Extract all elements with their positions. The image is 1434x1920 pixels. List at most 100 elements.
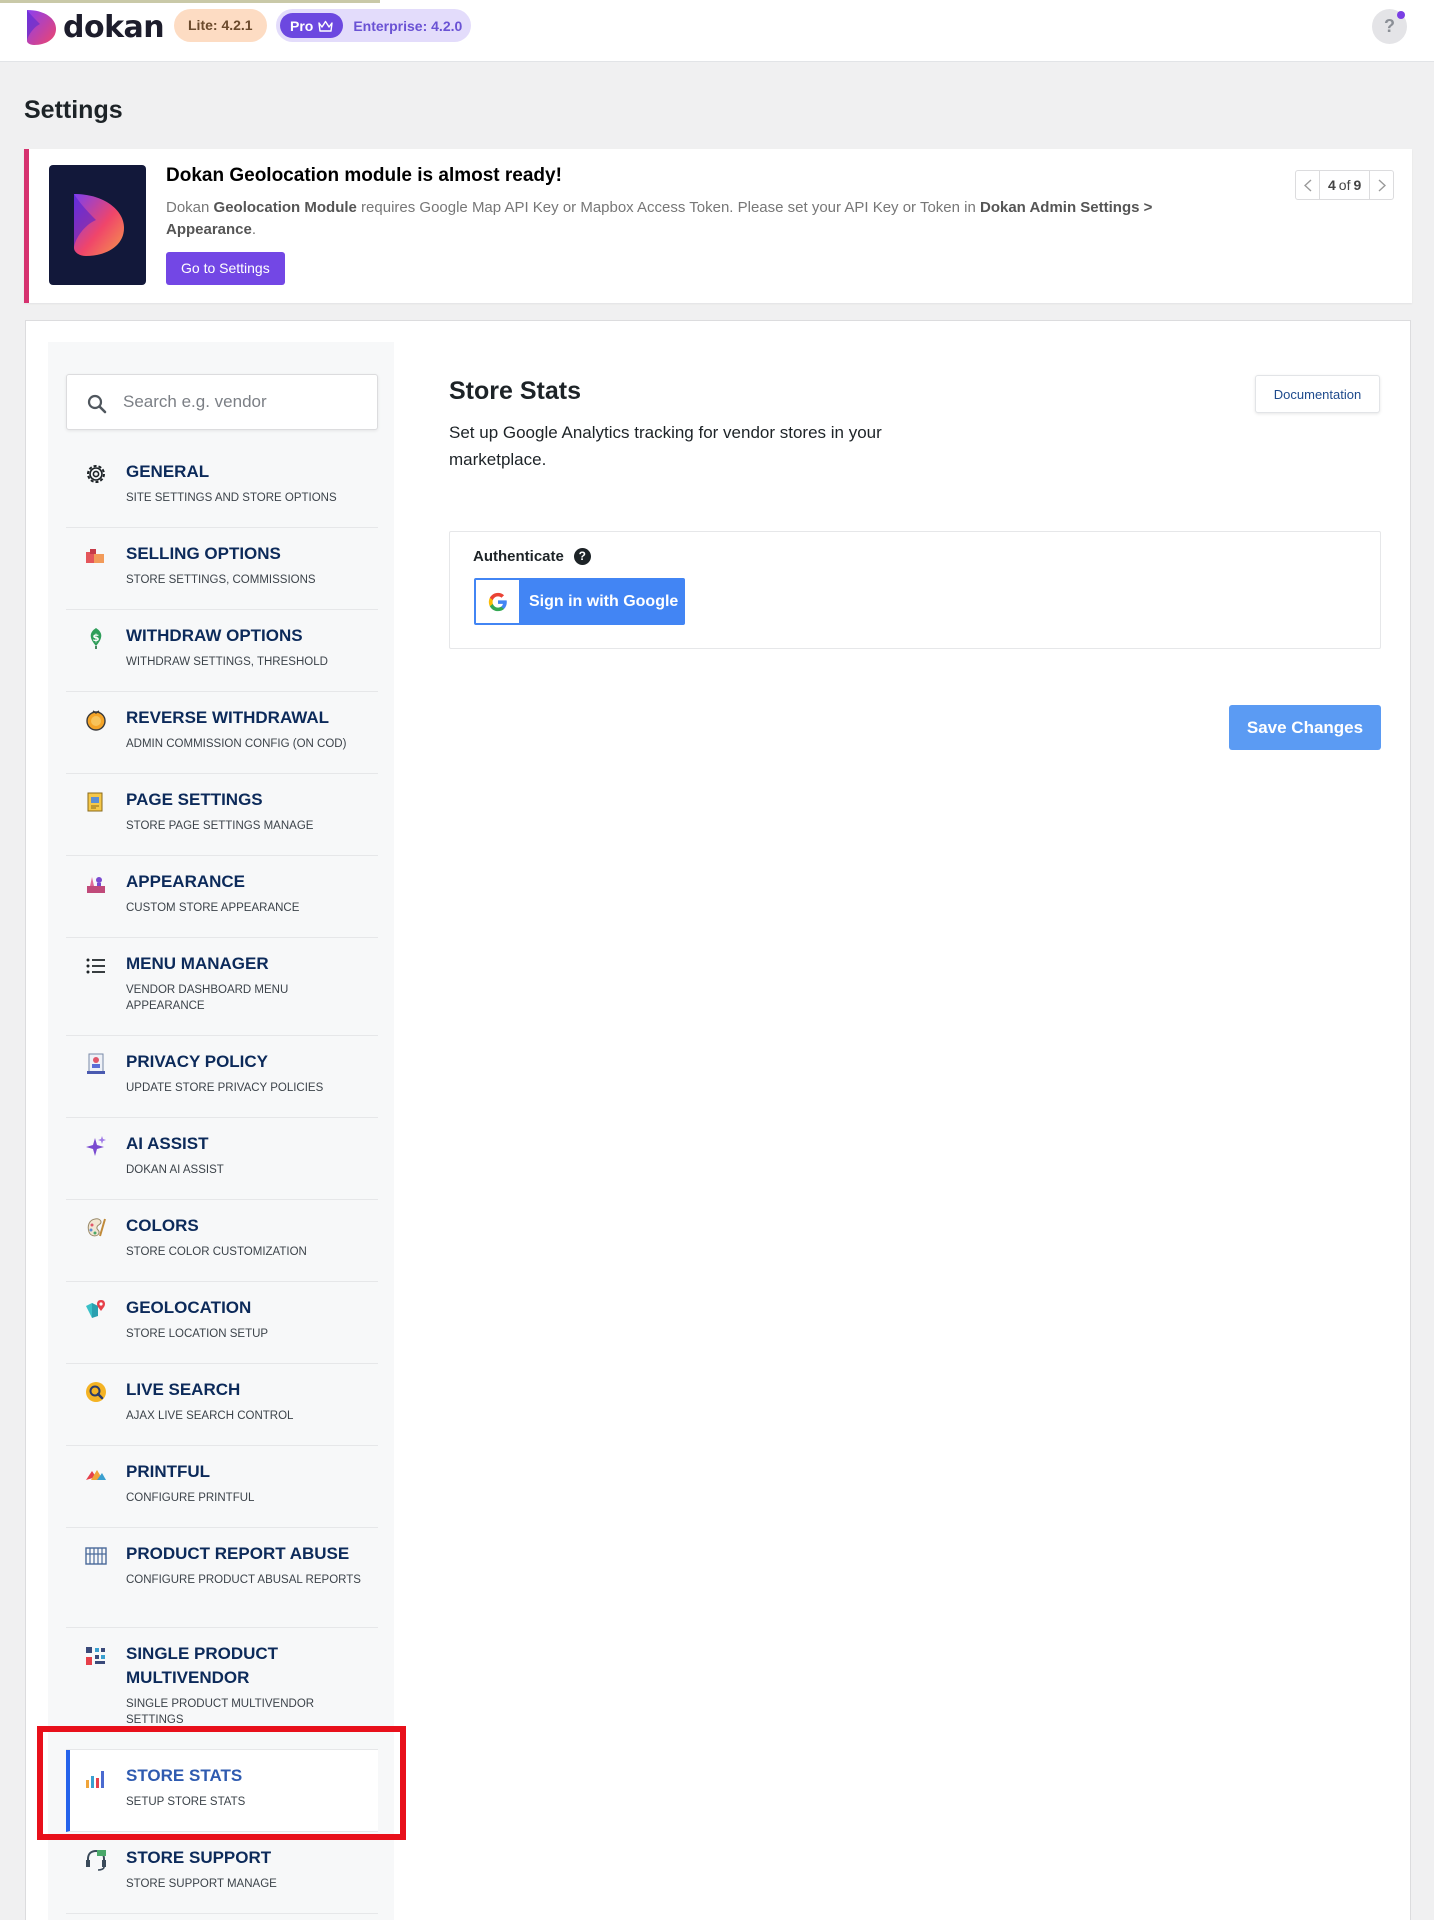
sidebar-item-label: Geolocation [126, 1298, 252, 1317]
sidebar-item-label: Store Support [126, 1848, 272, 1867]
search-magnifier-icon [84, 1380, 108, 1404]
sidebar-item-selling-options[interactable]: Selling Options Store settings, commissi… [66, 528, 378, 610]
sidebar-item-colors[interactable]: Colors Store color customization [66, 1200, 378, 1282]
palette-icon [84, 1216, 108, 1240]
pro-badge: Pro [280, 13, 344, 38]
sidebar-item-description: Admin commission config (on COD) [126, 738, 347, 750]
money-icon: $ [84, 626, 108, 650]
sidebar-item-geolocation[interactable]: Geolocation Store location setup [66, 1282, 378, 1364]
sidebar-item-general[interactable]: General Site settings and store options [66, 446, 378, 528]
google-button-label: Sign in with Google [529, 592, 679, 610]
headset-icon [84, 1848, 108, 1872]
logo-text: dokan [63, 9, 165, 45]
dokan-notice-logo [49, 165, 146, 285]
crown-icon [318, 20, 334, 32]
sidebar-item-label: Single Product Multivendor [126, 1644, 279, 1687]
sidebar-item-description: Site settings and store options [126, 492, 337, 504]
sidebar-item-label: Privacy Policy [126, 1052, 269, 1071]
sidebar-item-label: Appearance [126, 872, 246, 891]
sidebar-item-privacy-policy[interactable]: Privacy Policy Update store privacy poli… [66, 1036, 378, 1118]
chevron-left-icon [1303, 178, 1311, 192]
sidebar-item-menu-manager[interactable]: Menu Manager Vendor dashboard menu appea… [66, 938, 378, 1036]
sidebar-item-product-report-abuse[interactable]: Product Report Abuse Configure product a… [66, 1528, 378, 1628]
multivendor-icon [84, 1644, 108, 1668]
enterprise-version-badge: Pro Enterprise: 4.2.0 [276, 9, 472, 42]
sidebar-item-label: General [126, 462, 210, 481]
sign-in-with-google-button[interactable]: Sign in with Google [474, 578, 685, 625]
sidebar-item-description: Custom store appearance [126, 902, 300, 914]
sidebar-item-live-search[interactable]: Live Search Ajax live search control [66, 1364, 378, 1446]
sidebar-item-label: Reverse Withdrawal [126, 708, 330, 727]
gear-icon [84, 462, 108, 486]
sidebar-item-description: Update store privacy policies [126, 1082, 324, 1094]
coin-icon [84, 708, 108, 732]
help-icon: ? [1384, 16, 1395, 36]
dokan-logo-icon [27, 10, 56, 45]
search-input[interactable] [123, 375, 363, 429]
map-pin-icon [84, 1298, 108, 1322]
dokan-logo[interactable]: dokan [24, 8, 165, 46]
sidebar-item-label: Product Report Abuse [126, 1544, 350, 1563]
prev-notice-button[interactable] [1296, 171, 1319, 199]
sidebar-item-withdraw-options[interactable]: $ Withdraw Options Withdraw settings, th… [66, 610, 378, 692]
sidebar-item-description: Store support manage [126, 1878, 277, 1890]
sidebar-item-page-settings[interactable]: Page Settings Store page settings manage [66, 774, 378, 856]
help-button[interactable]: ? [1372, 9, 1407, 44]
save-changes-button[interactable]: Save Changes [1229, 705, 1381, 750]
report-icon [84, 1544, 108, 1568]
sidebar-item-description: Withdraw settings, threshold [126, 656, 328, 668]
sparkle-icon [84, 1134, 108, 1158]
notification-dot [1397, 11, 1405, 19]
sidebar-item-label: Page Settings [126, 790, 263, 809]
top-bar: dokan Lite: 4.2.1 Pro Enterprise: 4.2.0 … [0, 0, 1434, 62]
notice-counter: 4 of 9 [1319, 171, 1371, 199]
sidebar-item-label: Menu Manager [126, 954, 269, 973]
section-description: Set up Google Analytics tracking for ven… [449, 423, 882, 469]
authenticate-label-text: Authenticate [473, 548, 564, 565]
notice-body-text: Dokan [166, 199, 214, 216]
section-title: Store Stats [449, 377, 581, 405]
settings-search[interactable] [66, 374, 378, 430]
dokan-logo-icon [73, 194, 124, 256]
loading-bar [0, 0, 380, 3]
sidebar-item-printful[interactable]: Printful Configure printful [66, 1446, 378, 1528]
sidebar-item-description: Store page settings manage [126, 820, 314, 832]
sidebar-item-label: AI Assist [126, 1134, 209, 1153]
svg-text:$: $ [93, 633, 100, 644]
sidebar-item-ai-assist[interactable]: AI Assist Dokan AI assist [66, 1118, 378, 1200]
appearance-icon [84, 872, 108, 896]
sidebar-item-label: Printful [126, 1462, 211, 1481]
sidebar-item-appearance[interactable]: Appearance Custom store appearance [66, 856, 378, 938]
sidebar-item-label: Colors [126, 1216, 199, 1235]
notice-pager: 4 of 9 [1295, 170, 1395, 200]
next-notice-button[interactable] [1370, 171, 1393, 199]
go-to-settings-button[interactable]: Go to Settings [166, 252, 285, 285]
sidebar-item-description: Ajax live search control [126, 1410, 294, 1422]
notice-counter-of: of [1338, 177, 1351, 193]
printful-icon [84, 1462, 108, 1486]
sidebar-item-reverse-withdrawal[interactable]: Reverse Withdrawal Admin commission conf… [66, 692, 378, 774]
sidebar-item-label: Selling Options [126, 544, 281, 563]
sidebar-item-store-support[interactable]: Store Support Store support manage [66, 1832, 378, 1914]
lite-version-badge: Lite: 4.2.1 [174, 9, 267, 42]
documentation-button[interactable]: Documentation [1255, 375, 1380, 413]
cart-icon [84, 544, 108, 568]
sidebar-item-description: Store color customization [126, 1246, 307, 1258]
sidebar-item-description: Configure printful [126, 1492, 255, 1504]
notice-title: Dokan Geolocation module is almost ready… [166, 165, 562, 186]
sidebar-item-label: Live Search [126, 1380, 241, 1399]
page-title: Settings [24, 96, 123, 124]
sidebar-item-description: Configure product abusal reports [126, 1574, 361, 1586]
page-icon [84, 790, 108, 814]
enterprise-label: Enterprise: 4.2.0 [353, 17, 463, 34]
sidebar-item-description: Vendor dashboard menu appearance [126, 984, 289, 1012]
notice-counter-current: 4 [1328, 177, 1336, 193]
list-icon [84, 954, 108, 978]
sidebar-item-description: Dokan AI assist [126, 1164, 224, 1176]
selection-highlight [37, 1726, 406, 1840]
geolocation-notice: Dokan Geolocation module is almost ready… [24, 149, 1412, 303]
notice-body-text: requires Google Map API Key or Mapbox Ac… [356, 199, 980, 216]
pro-label: Pro [290, 17, 314, 34]
sidebar-item-description: Single product multivendor settings [126, 1698, 315, 1726]
help-tooltip-icon[interactable]: ? [573, 548, 591, 565]
